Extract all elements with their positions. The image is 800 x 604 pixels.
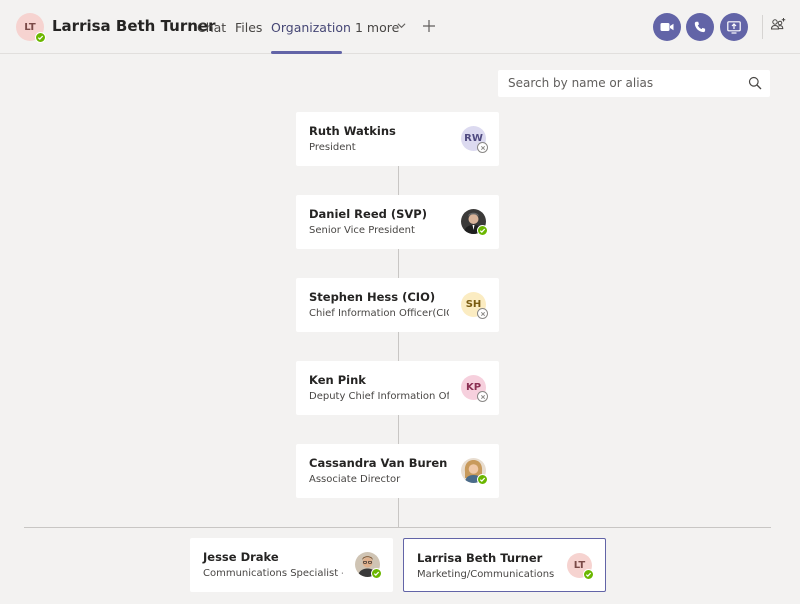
person-name: Ken Pink xyxy=(309,373,366,387)
presence-offline-icon xyxy=(477,308,488,319)
tab-organization[interactable]: Organization xyxy=(271,20,351,35)
connector-line xyxy=(398,166,399,195)
presence-available-icon xyxy=(477,225,488,236)
person-name: Daniel Reed (SVP) xyxy=(309,207,427,221)
org-card-cassandra-van-buren[interactable]: Cassandra Van Buren Associate Director xyxy=(296,444,499,498)
peer-separator-line xyxy=(24,527,771,528)
person-name: Jesse Drake xyxy=(203,550,279,564)
chevron-down-icon[interactable] xyxy=(397,22,406,29)
person-role: Chief Information Officer(CIO) xyxy=(309,308,449,319)
avatar: KP xyxy=(461,375,488,402)
audio-call-button[interactable] xyxy=(686,13,714,41)
connector-line xyxy=(398,332,399,361)
presence-available-icon xyxy=(583,569,594,580)
presence-available-icon xyxy=(35,32,46,43)
org-card-ken-pink[interactable]: Ken Pink Deputy Chief Information Offic … xyxy=(296,361,499,415)
person-name: Ruth Watkins xyxy=(309,124,396,138)
presence-offline-icon xyxy=(477,391,488,402)
connector-line xyxy=(398,498,399,527)
person-role: Associate Director xyxy=(309,474,401,485)
org-card-ruth-watkins[interactable]: Ruth Watkins President RW xyxy=(296,112,499,166)
video-camera-icon xyxy=(660,23,674,31)
avatar-photo xyxy=(461,209,488,236)
person-name: Cassandra Van Buren xyxy=(309,456,448,470)
add-tab-icon[interactable] xyxy=(422,19,436,33)
person-role: Deputy Chief Information Offic xyxy=(309,391,449,402)
app-header: LT Larrisa Beth Turner Chat Files Organi… xyxy=(0,0,800,54)
page-title: Larrisa Beth Turner xyxy=(52,17,216,35)
connector-line xyxy=(398,249,399,278)
tab-more[interactable]: 1 more xyxy=(355,20,399,35)
avatar: LT xyxy=(567,553,594,580)
add-people-icon[interactable] xyxy=(770,17,786,33)
profile-avatar-initials: LT xyxy=(24,21,36,33)
org-card-larrisa-beth-turner[interactable]: Larrisa Beth Turner Marketing/Communicat… xyxy=(403,538,606,592)
presence-offline-icon xyxy=(477,142,488,153)
profile-avatar[interactable]: LT xyxy=(16,13,46,43)
person-role: President xyxy=(309,142,356,153)
share-screen-button[interactable] xyxy=(720,13,748,41)
org-search-field[interactable]: Search by name or alias xyxy=(498,70,770,97)
header-divider xyxy=(762,15,763,39)
person-name: Stephen Hess (CIO) xyxy=(309,290,436,304)
org-card-daniel-reed[interactable]: Daniel Reed (SVP) Senior Vice President xyxy=(296,195,499,249)
person-role: Marketing/Communications S... xyxy=(417,569,557,580)
org-card-jesse-drake[interactable]: Jesse Drake Communications Specialist - … xyxy=(190,538,393,592)
avatar: SH xyxy=(461,292,488,319)
avatar-initials: LT xyxy=(573,560,586,571)
presence-available-icon xyxy=(477,474,488,485)
tab-chat[interactable]: Chat xyxy=(197,20,226,35)
presence-available-icon xyxy=(371,568,382,579)
connector-line xyxy=(398,415,399,444)
search-input[interactable]: Search by name or alias xyxy=(508,76,653,90)
avatar-photo xyxy=(355,552,382,579)
active-tab-indicator xyxy=(271,51,342,54)
video-call-button[interactable] xyxy=(653,13,681,41)
phone-icon xyxy=(694,21,706,33)
person-role: Senior Vice President xyxy=(309,225,415,236)
person-name: Larrisa Beth Turner xyxy=(417,551,543,565)
search-icon[interactable] xyxy=(748,76,762,90)
avatar-photo xyxy=(461,458,488,485)
avatar: RW xyxy=(461,126,488,153)
person-role: Communications Specialist - ... xyxy=(203,568,343,579)
share-screen-icon xyxy=(727,20,741,34)
org-card-stephen-hess[interactable]: Stephen Hess (CIO) Chief Information Off… xyxy=(296,278,499,332)
tab-files[interactable]: Files xyxy=(235,20,262,35)
